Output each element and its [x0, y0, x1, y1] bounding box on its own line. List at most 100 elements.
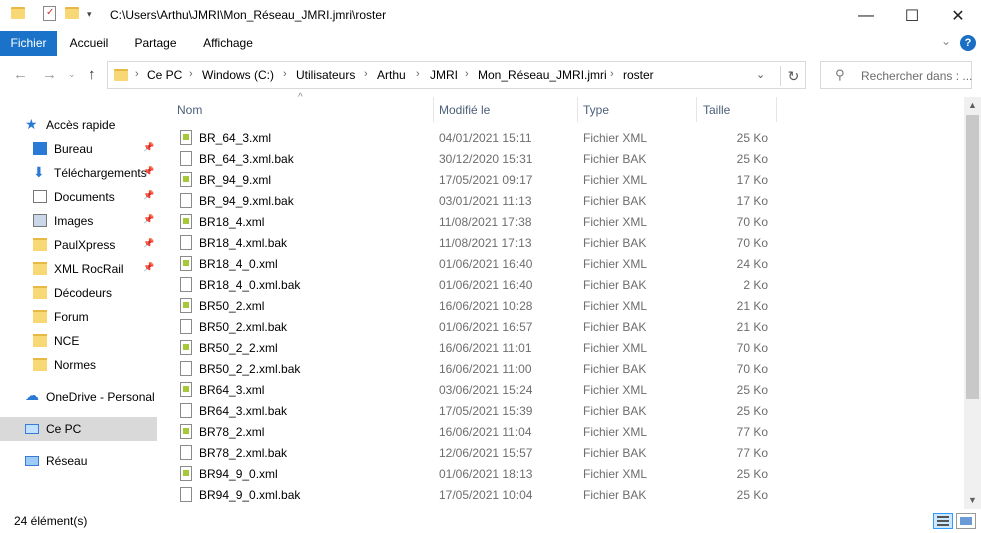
- table-row[interactable]: BR94_9_0.xml.bak 17/05/2021 10:04 Fichier …: [160, 484, 965, 505]
- breadcrumb-mon-reseau[interactable]: Mon_Réseau_JMRI.jmri: [478, 68, 607, 82]
- sort-ascending-icon: ^: [298, 92, 303, 103]
- folder-icon: [114, 69, 128, 81]
- cell-type: Fichier XML: [583, 257, 648, 271]
- cloud-icon: ☁: [25, 387, 39, 403]
- pin-icon[interactable]: 📌: [143, 262, 154, 273]
- back-arrow-icon[interactable]: ←: [13, 66, 28, 83]
- table-row[interactable]: BR_64_3.xml 04/01/2021 15:11 Fichier XML 25…: [160, 127, 965, 148]
- breadcrumb-roster[interactable]: roster: [623, 68, 654, 82]
- table-row[interactable]: BR50_2.xml 16/06/2021 10:28 Fichier XML 21 …: [160, 295, 965, 316]
- vertical-scrollbar[interactable]: ▲ ▼: [964, 97, 981, 509]
- sidebar-item-label: Bureau: [54, 142, 93, 156]
- tab-fichier[interactable]: Fichier: [0, 31, 57, 56]
- sidebar-item-nce[interactable]: NCE: [0, 329, 157, 353]
- table-row[interactable]: BR_64_3.xml.bak 30/12/2020 15:31 Fichier B…: [160, 148, 965, 169]
- table-row[interactable]: BR18_4.xml.bak 11/08/2021 17:13 Fichier BA…: [160, 232, 965, 253]
- minimize-button[interactable]: —: [843, 0, 889, 31]
- cell-date: 01/06/2021 16:40: [439, 278, 533, 292]
- pin-icon[interactable]: 📌: [143, 238, 154, 249]
- table-row[interactable]: BR94_9_0.xml 01/06/2021 18:13 Fichier XML 2…: [160, 463, 965, 484]
- folder-icon: [33, 286, 47, 299]
- sidebar-item-bureau[interactable]: Bureau 📌: [0, 137, 157, 161]
- scroll-down-icon[interactable]: ▼: [968, 495, 977, 505]
- sidebar-item-images[interactable]: Images 📌: [0, 209, 157, 233]
- pin-icon[interactable]: 📌: [143, 142, 154, 153]
- details-view-icon[interactable]: [933, 513, 953, 529]
- table-row[interactable]: BR78_2.xml 16/06/2021 11:04 Fichier XML 77 …: [160, 421, 965, 442]
- sidebar-item-label: Accès rapide: [46, 118, 116, 132]
- table-row[interactable]: BR50_2.xml.bak 01/06/2021 16:57 Fichier BA…: [160, 316, 965, 337]
- close-button[interactable]: ✕: [935, 0, 981, 31]
- table-row[interactable]: BR64_3.xml.bak 17/05/2021 15:39 Fichier BA…: [160, 400, 965, 421]
- sidebar-item-paulxpress[interactable]: PaulXpress 📌: [0, 233, 157, 257]
- table-row[interactable]: BR64_3.xml 03/06/2021 15:24 Fichier XML 25 …: [160, 379, 965, 400]
- sidebar-item-t-l-chargements[interactable]: ⬇ Téléchargements 📌: [0, 161, 157, 185]
- cell-type: Fichier XML: [583, 341, 648, 355]
- cell-name: BR94_9_0.xml.bak: [199, 488, 301, 502]
- up-arrow-icon[interactable]: ↑: [88, 66, 96, 83]
- column-divider[interactable]: [776, 97, 777, 122]
- table-row[interactable]: BR18_4_0.xml.bak 01/06/2021 16:40 Fichier …: [160, 274, 965, 295]
- cell-name: BR64_3.xml: [199, 383, 265, 397]
- folder-icon: [33, 358, 47, 371]
- table-row[interactable]: BR50_2_2.xml.bak 16/06/2021 11:00 Fichier …: [160, 358, 965, 379]
- sidebar-item-d-codeurs[interactable]: Décodeurs: [0, 281, 157, 305]
- ribbon-collapse-icon[interactable]: ⌄: [941, 34, 951, 48]
- table-row[interactable]: BR18_4.xml 11/08/2021 17:38 Fichier XML 70 …: [160, 211, 965, 232]
- breadcrumb-windows[interactable]: Windows (C:): [202, 68, 274, 82]
- table-row[interactable]: BR18_4_0.xml 01/06/2021 16:40 Fichier XML 2…: [160, 253, 965, 274]
- column-divider[interactable]: [433, 97, 434, 122]
- sidebar-item-ce-pc[interactable]: Ce PC: [0, 417, 157, 441]
- xml-file-icon: [180, 466, 192, 481]
- table-row[interactable]: BR_94_9.xml 17/05/2021 09:17 Fichier XML 17…: [160, 169, 965, 190]
- address-bar[interactable]: › Ce PC › Windows (C:) › Utilisateurs › …: [107, 61, 806, 89]
- cell-type: Fichier XML: [583, 299, 648, 313]
- table-row[interactable]: BR_94_9.xml.bak 03/01/2021 11:13 Fichier B…: [160, 190, 965, 211]
- help-icon[interactable]: ?: [960, 35, 976, 51]
- sidebar-item-xml-rocrail[interactable]: XML RocRail 📌: [0, 257, 157, 281]
- pin-icon[interactable]: 📌: [143, 214, 154, 225]
- column-header-type[interactable]: Type: [583, 103, 609, 128]
- xml-file-icon: [180, 130, 192, 145]
- breadcrumb-ce-pc[interactable]: Ce PC: [147, 68, 182, 82]
- sidebar-item-acces-rapide[interactable]: ★ Accès rapide: [0, 113, 157, 137]
- sidebar-item-forum[interactable]: Forum: [0, 305, 157, 329]
- large-icons-view-icon[interactable]: [956, 513, 976, 529]
- sidebar-item-reseau[interactable]: Réseau: [0, 449, 157, 473]
- cell-size: 70 Ko: [736, 362, 768, 376]
- maximize-button[interactable]: ☐: [889, 0, 935, 31]
- breadcrumb-utilisateurs[interactable]: Utilisateurs: [296, 68, 355, 82]
- breadcrumb-arthu[interactable]: Arthu: [377, 68, 406, 82]
- search-placeholder: Rechercher dans : ...: [861, 69, 973, 83]
- cell-size: 24 Ko: [736, 257, 768, 271]
- column-divider[interactable]: [696, 97, 697, 122]
- scroll-up-icon[interactable]: ▲: [968, 100, 977, 110]
- column-divider[interactable]: [577, 97, 578, 122]
- tab-accueil[interactable]: Accueil: [62, 31, 116, 56]
- cell-name: BR94_9_0.xml: [199, 467, 278, 481]
- forward-arrow-icon[interactable]: →: [42, 66, 57, 83]
- search-box[interactable]: ⚲ Rechercher dans : ...: [820, 61, 972, 89]
- pin-icon[interactable]: 📌: [143, 166, 154, 177]
- folder-icon: [11, 7, 25, 19]
- column-header-name[interactable]: Nom: [177, 103, 202, 128]
- tab-partage[interactable]: Partage: [128, 31, 183, 56]
- quick-access-dropdown-icon[interactable]: ▾: [87, 9, 92, 20]
- table-row[interactable]: BR50_2_2.xml 16/06/2021 11:01 Fichier XML 7…: [160, 337, 965, 358]
- sidebar-item-normes[interactable]: Normes: [0, 353, 157, 377]
- tab-affichage[interactable]: Affichage: [196, 31, 260, 56]
- new-folder-icon[interactable]: [65, 7, 79, 19]
- pin-icon[interactable]: 📌: [143, 190, 154, 201]
- address-dropdown-icon[interactable]: ⌄: [756, 68, 765, 81]
- column-header-size[interactable]: Taille: [703, 103, 730, 128]
- breadcrumb-jmri[interactable]: JMRI: [430, 68, 458, 82]
- recent-locations-icon[interactable]: ⌄: [68, 69, 76, 80]
- table-row[interactable]: BR78_2.xml.bak 12/06/2021 15:57 Fichier BA…: [160, 442, 965, 463]
- scrollbar-thumb[interactable]: [966, 115, 979, 399]
- documents-icon: [33, 190, 47, 203]
- refresh-icon[interactable]: ↻: [780, 66, 806, 86]
- properties-icon[interactable]: ✓: [43, 6, 56, 21]
- sidebar-item-documents[interactable]: Documents 📌: [0, 185, 157, 209]
- sidebar-item-onedrive[interactable]: ☁ OneDrive - Personal: [0, 385, 157, 409]
- column-header-modified[interactable]: Modifié le: [439, 103, 490, 128]
